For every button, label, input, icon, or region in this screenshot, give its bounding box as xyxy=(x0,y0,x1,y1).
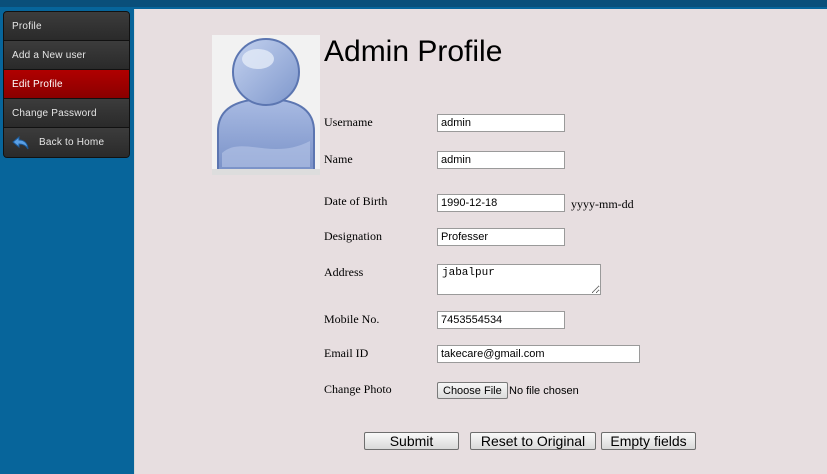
email-label: Email ID xyxy=(324,346,369,360)
email-field[interactable] xyxy=(437,345,640,363)
designation-label: Designation xyxy=(324,229,382,243)
top-bar xyxy=(0,0,827,7)
mobile-field[interactable] xyxy=(437,311,565,329)
sidebar-item-profile[interactable]: Profile xyxy=(4,12,129,41)
empty-fields-button[interactable]: Empty fields xyxy=(601,432,696,450)
username-label: Username xyxy=(324,115,373,129)
reset-button[interactable]: Reset to Original xyxy=(470,432,596,450)
sidebar-item-label: Back to Home xyxy=(39,137,105,148)
sidebar-item-back-home[interactable]: Back to Home xyxy=(4,128,129,157)
submit-button[interactable]: Submit xyxy=(364,432,459,450)
sidebar-item-edit-profile[interactable]: Edit Profile xyxy=(4,70,129,99)
main-content: Admin Profile Username Name Date of Birt… xyxy=(134,9,827,474)
name-field[interactable] xyxy=(437,151,565,169)
sidebar-item-label: Profile xyxy=(12,20,42,32)
page-title: Admin Profile xyxy=(324,35,503,68)
sidebar-item-change-password[interactable]: Change Password xyxy=(4,99,129,128)
sidebar-item-label: Edit Profile xyxy=(12,78,63,90)
dob-field[interactable] xyxy=(437,194,565,212)
file-status-text: No file chosen xyxy=(509,385,579,397)
sidebar-item-label: Add a New user xyxy=(12,49,86,61)
dob-format-hint: yyyy-mm-dd xyxy=(571,197,634,211)
dob-label: Date of Birth xyxy=(324,194,388,208)
designation-field[interactable] xyxy=(437,228,565,246)
sidebar-nav: Profile Add a New user Edit Profile Chan… xyxy=(3,11,130,158)
username-field[interactable] xyxy=(437,114,565,132)
address-field[interactable]: jabalpur xyxy=(437,264,601,295)
mobile-label: Mobile No. xyxy=(324,312,380,326)
photo-label: Change Photo xyxy=(324,382,392,396)
back-arrow-icon xyxy=(12,134,30,152)
name-label: Name xyxy=(324,152,353,166)
choose-file-button[interactable]: Choose File xyxy=(437,382,508,399)
sidebar-item-add-user[interactable]: Add a New user xyxy=(4,41,129,70)
user-silhouette-icon xyxy=(212,35,320,175)
address-label: Address xyxy=(324,265,364,279)
sidebar-item-label: Change Password xyxy=(12,107,97,119)
